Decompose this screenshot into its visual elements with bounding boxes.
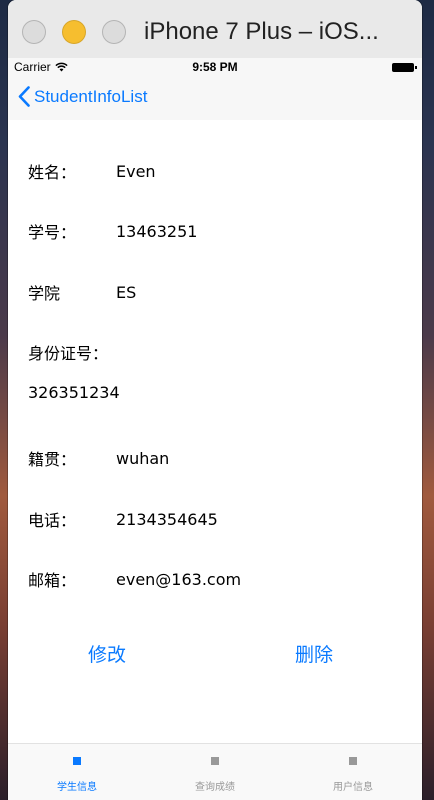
square-icon (211, 757, 219, 765)
id-card-label: 身份证号： (28, 344, 109, 363)
tab-user-info-label: 用户信息 (333, 782, 373, 793)
tab-query-grades[interactable]: 查询成绩 (146, 744, 284, 800)
email-row: 邮箱： even@163.com (28, 567, 241, 591)
window-title: iPhone 7 Plus – iOS... (144, 18, 379, 45)
tab-bar: 学生信息 查询成绩 用户信息 (8, 743, 422, 800)
window-titlebar: iPhone 7 Plus – iOS... (8, 0, 422, 59)
email-value: even@163.com (116, 569, 242, 589)
simulator-window: iPhone 7 Plus – iOS... Carrier 9:58 PM S… (8, 0, 422, 800)
minimize-window-button[interactable] (62, 20, 86, 44)
student-id-value: 13463251 (116, 221, 198, 241)
back-button-label: StudentInfoList (34, 86, 148, 106)
chevron-left-icon (18, 86, 30, 107)
student-id-row: 学号： 13463251 (28, 219, 197, 243)
student-id-label: 学号： (28, 223, 77, 242)
name-value: Even (116, 161, 156, 181)
phone-row: 电话： 2134354645 (28, 507, 218, 531)
delete-button[interactable]: 删除 (295, 640, 333, 667)
id-card-value: 326351234 (28, 383, 120, 402)
close-window-button[interactable] (22, 20, 46, 44)
hometown-value: wuhan (116, 448, 170, 468)
battery-icon (392, 63, 417, 72)
phone-screen: Carrier 9:58 PM StudentInfoList 姓名： Even… (8, 58, 422, 800)
tab-query-grades-label: 查询成绩 (195, 782, 235, 793)
name-label: 姓名： (28, 163, 77, 182)
college-label: 学院 (28, 284, 61, 303)
id-card-row: 身份证号： (28, 340, 108, 364)
status-time: 9:58 PM (192, 60, 238, 74)
hometown-label: 籍贯： (28, 450, 77, 469)
college-value: ES (116, 282, 137, 302)
navigation-bar: StudentInfoList (8, 78, 422, 120)
tab-student-info-label: 学生信息 (57, 782, 97, 793)
back-button[interactable]: StudentInfoList (18, 86, 147, 107)
name-row: 姓名： Even (28, 159, 156, 183)
square-icon (73, 757, 81, 765)
hometown-row: 籍贯： wuhan (28, 446, 169, 470)
zoom-window-button[interactable] (102, 20, 126, 44)
status-bar: Carrier 9:58 PM (8, 58, 422, 78)
tab-user-info[interactable]: 用户信息 (284, 744, 422, 800)
email-label: 邮箱： (28, 571, 77, 590)
phone-value: 2134354645 (116, 509, 218, 529)
tab-student-info[interactable]: 学生信息 (8, 744, 146, 800)
phone-label: 电话： (28, 511, 77, 530)
college-row: 学院 ES (28, 280, 136, 304)
edit-button[interactable]: 修改 (88, 640, 126, 667)
square-icon (349, 757, 357, 765)
